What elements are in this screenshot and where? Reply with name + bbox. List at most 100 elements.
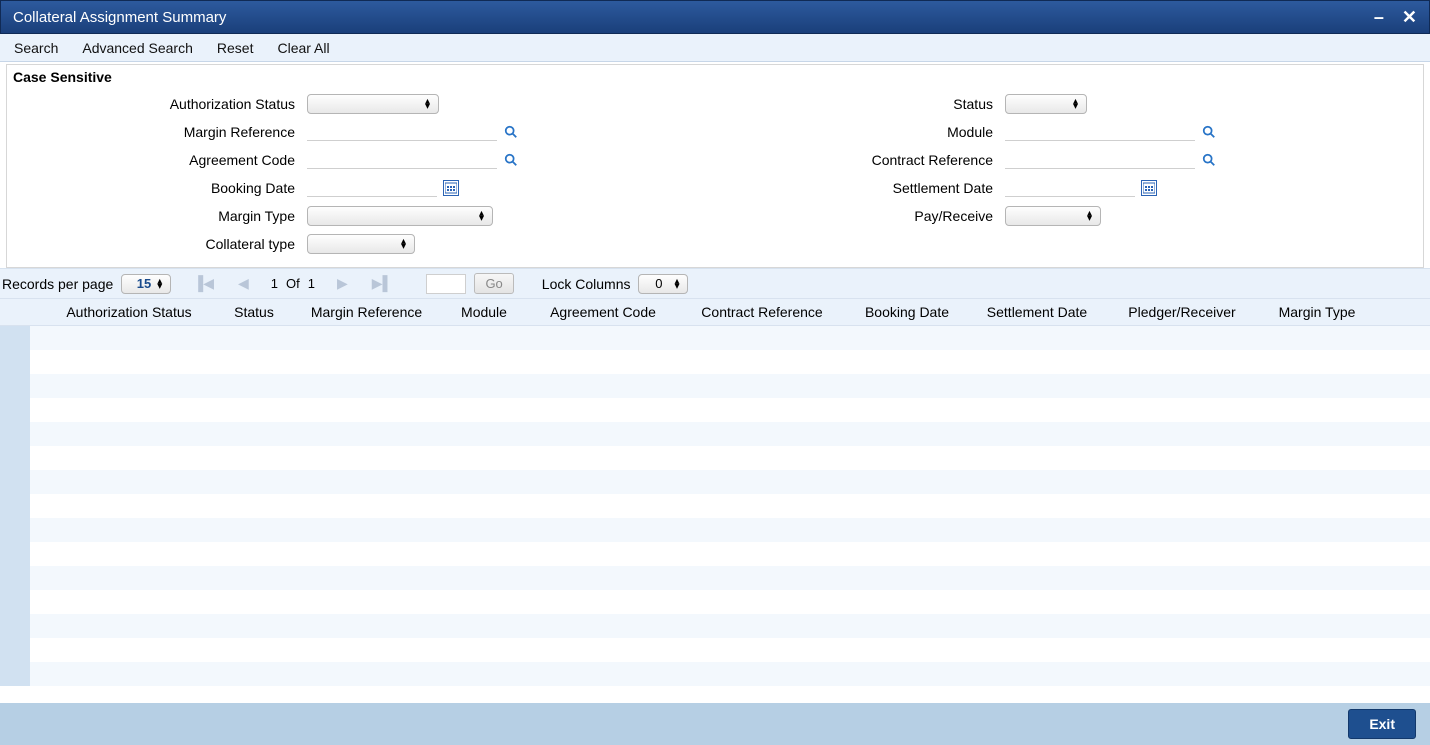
form-col-right: Status ▴▾ Module Contract Reference Sett… xyxy=(715,89,1423,257)
booking-date-label: Booking Date xyxy=(7,180,307,196)
row-handle[interactable] xyxy=(0,518,30,542)
row-handle[interactable] xyxy=(0,446,30,470)
col-header[interactable]: Module xyxy=(439,304,529,320)
row-handle[interactable] xyxy=(0,542,30,566)
row-handle[interactable] xyxy=(0,590,30,614)
table-row[interactable] xyxy=(0,566,1430,590)
contract-ref-input[interactable] xyxy=(1005,151,1195,169)
collateral-type-select[interactable]: ▴▾ xyxy=(307,234,415,254)
table-row[interactable] xyxy=(0,398,1430,422)
col-header[interactable]: Agreement Code xyxy=(529,304,677,320)
search-icon[interactable] xyxy=(1201,152,1217,168)
last-page-icon[interactable]: ▶▌ xyxy=(372,275,393,292)
calendar-icon[interactable] xyxy=(1141,180,1157,196)
search-icon[interactable] xyxy=(503,152,519,168)
advanced-search-button[interactable]: Advanced Search xyxy=(82,40,193,56)
table-row[interactable] xyxy=(0,326,1430,350)
row-handle[interactable] xyxy=(0,470,30,494)
table-row[interactable] xyxy=(0,614,1430,638)
first-page-icon[interactable]: ▐◀ xyxy=(193,275,214,292)
records-per-page-label: Records per page xyxy=(2,276,113,292)
status-select[interactable]: ▴▾ xyxy=(1005,94,1087,114)
table-row[interactable] xyxy=(0,542,1430,566)
minimize-icon[interactable]: – xyxy=(1374,7,1384,28)
auth-status-select[interactable]: ▴▾ xyxy=(307,94,439,114)
row-handle[interactable] xyxy=(0,566,30,590)
go-button[interactable]: Go xyxy=(474,273,513,294)
margin-type-select[interactable]: ▴▾ xyxy=(307,206,493,226)
current-page: 1 xyxy=(271,276,278,291)
results-table: Authorization Status Status Margin Refer… xyxy=(0,298,1430,686)
pay-receive-select[interactable]: ▴▾ xyxy=(1005,206,1101,226)
booking-date-input[interactable] xyxy=(307,179,437,197)
pay-receive-label: Pay/Receive xyxy=(715,208,1005,224)
prev-page-icon[interactable]: ◀ xyxy=(238,275,249,292)
margin-ref-input[interactable] xyxy=(307,123,497,141)
clear-all-button[interactable]: Clear All xyxy=(277,40,329,56)
col-header[interactable]: Authorization Status xyxy=(44,304,214,320)
action-toolbar: Search Advanced Search Reset Clear All xyxy=(0,34,1430,62)
table-row[interactable] xyxy=(0,374,1430,398)
row-handle[interactable] xyxy=(0,614,30,638)
table-row[interactable] xyxy=(0,518,1430,542)
window-titlebar: Collateral Assignment Summary – ✕ xyxy=(0,0,1430,34)
form-grid: Authorization Status ▴▾ Margin Reference… xyxy=(7,89,1423,257)
window-title: Collateral Assignment Summary xyxy=(13,9,226,26)
module-label: Module xyxy=(715,124,1005,140)
row-handle[interactable] xyxy=(0,398,30,422)
col-header[interactable]: Booking Date xyxy=(847,304,967,320)
auth-status-label: Authorization Status xyxy=(7,96,307,112)
of-label: Of xyxy=(286,276,300,291)
lock-columns-select[interactable]: 0▴▾ xyxy=(638,274,688,294)
pager-bar: Records per page 15▴▾ ▐◀ ◀ 1 Of 1 ▶ ▶▌ G… xyxy=(0,268,1430,298)
margin-type-label: Margin Type xyxy=(7,208,307,224)
panel-header: Case Sensitive xyxy=(7,65,1423,89)
table-row[interactable] xyxy=(0,494,1430,518)
table-row[interactable] xyxy=(0,590,1430,614)
search-panel: Case Sensitive Authorization Status ▴▾ M… xyxy=(6,64,1424,268)
next-page-icon[interactable]: ▶ xyxy=(337,275,348,292)
table-row[interactable] xyxy=(0,446,1430,470)
module-input[interactable] xyxy=(1005,123,1195,141)
records-per-page-select[interactable]: 15▴▾ xyxy=(121,274,171,294)
agreement-code-input[interactable] xyxy=(307,151,497,169)
row-handle[interactable] xyxy=(0,638,30,662)
row-handle[interactable] xyxy=(0,350,30,374)
row-handle[interactable] xyxy=(0,662,30,686)
table-row[interactable] xyxy=(0,350,1430,374)
search-icon[interactable] xyxy=(503,124,519,140)
exit-button[interactable]: Exit xyxy=(1348,709,1416,739)
close-icon[interactable]: ✕ xyxy=(1402,7,1417,28)
table-row[interactable] xyxy=(0,638,1430,662)
row-handle[interactable] xyxy=(0,326,30,350)
status-label: Status xyxy=(715,96,1005,112)
col-header[interactable]: Settlement Date xyxy=(967,304,1107,320)
calendar-icon[interactable] xyxy=(443,180,459,196)
table-row[interactable] xyxy=(0,470,1430,494)
col-header[interactable]: Margin Type xyxy=(1257,304,1377,320)
col-header[interactable]: Contract Reference xyxy=(677,304,847,320)
footer-bar: Exit xyxy=(0,703,1430,745)
agreement-code-label: Agreement Code xyxy=(7,152,307,168)
lock-columns-label: Lock Columns xyxy=(542,276,631,292)
settlement-date-input[interactable] xyxy=(1005,179,1135,197)
col-header[interactable]: Margin Reference xyxy=(294,304,439,320)
settlement-date-label: Settlement Date xyxy=(715,180,1005,196)
search-icon[interactable] xyxy=(1201,124,1217,140)
reset-button[interactable]: Reset xyxy=(217,40,254,56)
col-header[interactable]: Pledger/Receiver xyxy=(1107,304,1257,320)
table-row[interactable] xyxy=(0,662,1430,686)
table-row[interactable] xyxy=(0,422,1430,446)
table-header: Authorization Status Status Margin Refer… xyxy=(0,298,1430,326)
contract-ref-label: Contract Reference xyxy=(715,152,1005,168)
row-handle[interactable] xyxy=(0,494,30,518)
row-handle[interactable] xyxy=(0,422,30,446)
form-col-left: Authorization Status ▴▾ Margin Reference… xyxy=(7,89,715,257)
window-buttons: – ✕ xyxy=(1374,7,1417,28)
collateral-type-label: Collateral type xyxy=(7,236,307,252)
total-pages: 1 xyxy=(308,276,315,291)
search-button[interactable]: Search xyxy=(14,40,58,56)
col-header[interactable]: Status xyxy=(214,304,294,320)
row-handle[interactable] xyxy=(0,374,30,398)
page-input[interactable] xyxy=(426,274,466,294)
